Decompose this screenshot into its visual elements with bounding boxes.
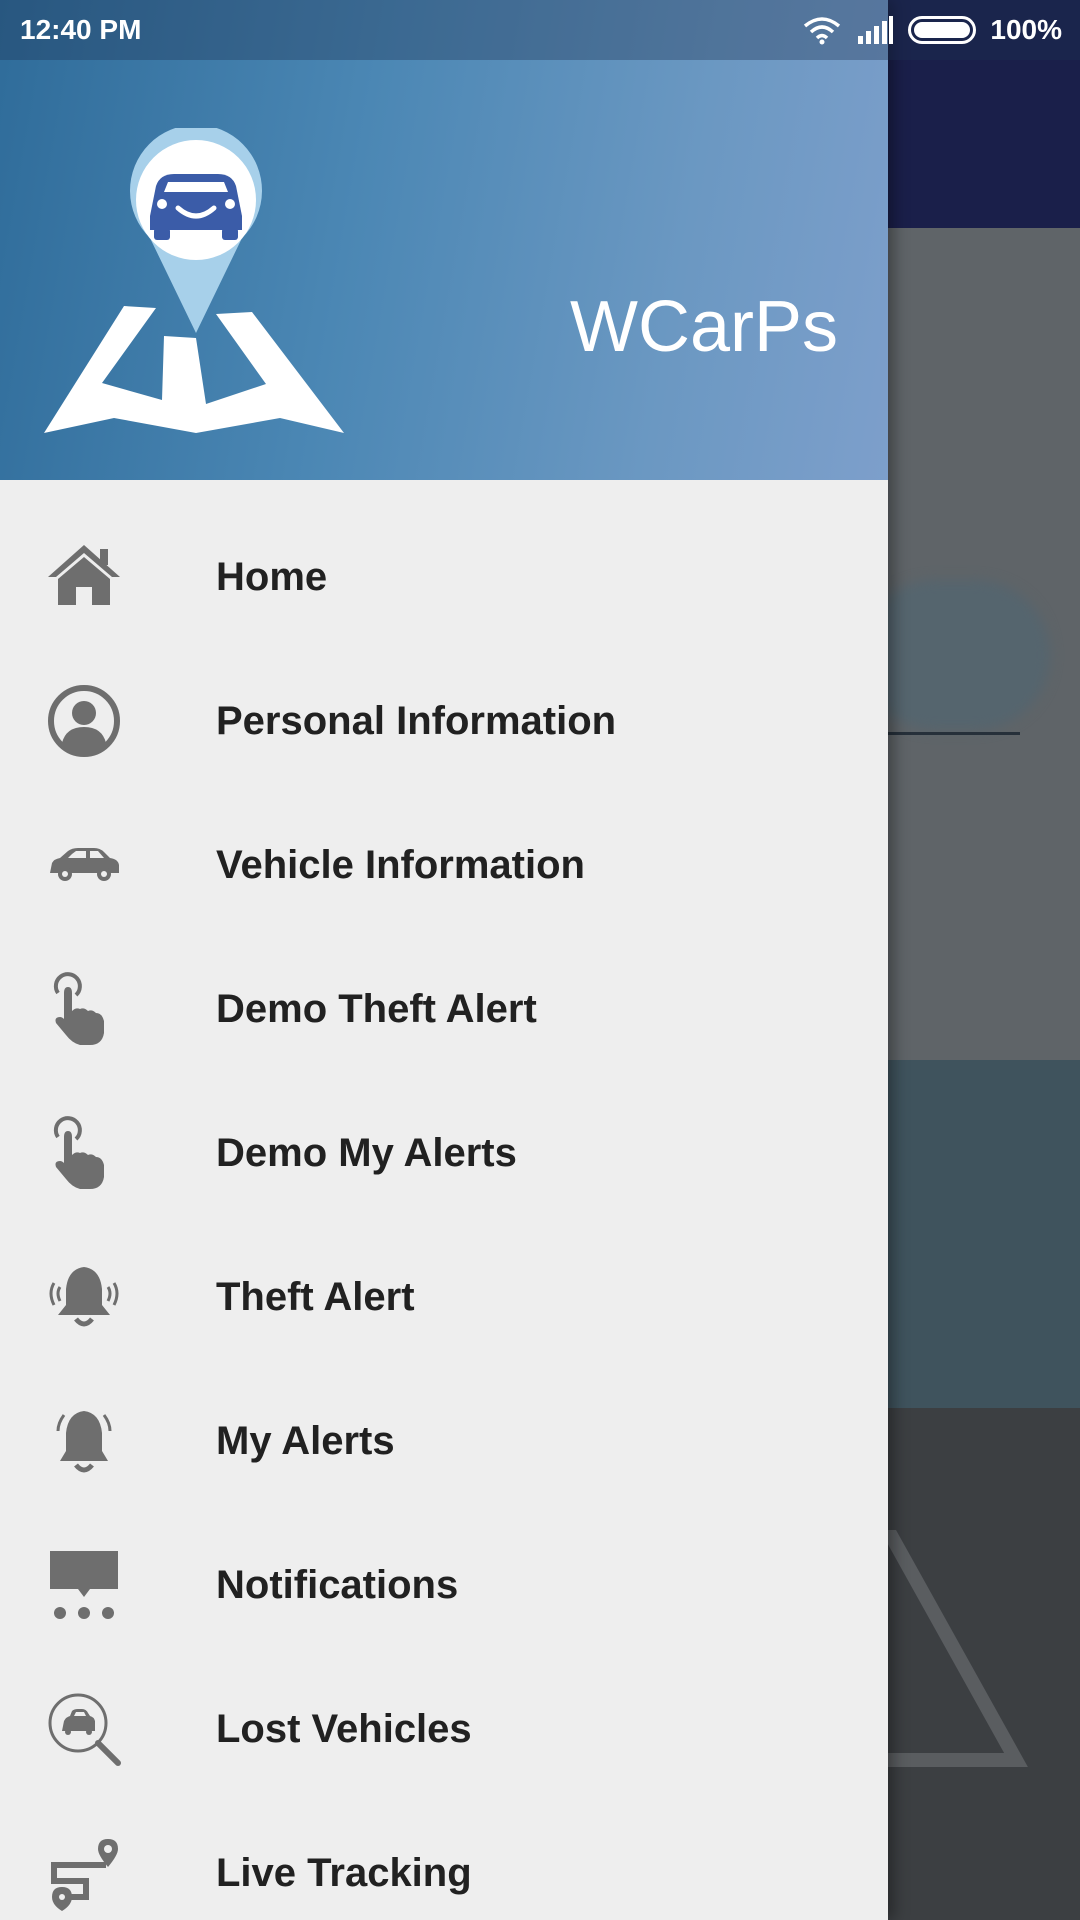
menu-item-lost-vehicles[interactable]: Lost Vehicles <box>0 1657 888 1801</box>
drawer-menu: Home Personal Information Vehicle Inform… <box>0 505 888 1920</box>
wifi-icon <box>804 17 841 45</box>
menu-label: Live Tracking <box>216 1850 472 1895</box>
app-title: WCarPs <box>570 287 838 367</box>
bell-icon <box>56 1411 112 1473</box>
tap-hand-icon <box>53 1116 104 1189</box>
menu-item-home[interactable]: Home <box>0 505 888 649</box>
status-icons: 100% <box>802 14 1062 46</box>
navigation-drawer: WCarPs Home Personal Information Vehicle… <box>0 0 888 1920</box>
tap-hand-icon <box>53 972 104 1045</box>
menu-item-demo-theft-alert[interactable]: Demo Theft Alert <box>0 937 888 1081</box>
home-icon <box>48 545 120 605</box>
menu-label: Notifications <box>216 1562 459 1607</box>
battery-icon <box>908 16 977 44</box>
menu-label: Personal Information <box>216 698 617 743</box>
menu-item-theft-alert[interactable]: Theft Alert <box>0 1225 888 1369</box>
notification-icon <box>50 1551 118 1619</box>
location-pin-car-logo <box>44 128 344 433</box>
menu-item-demo-my-alerts[interactable]: Demo My Alerts <box>0 1081 888 1225</box>
search-car-icon <box>48 1693 121 1766</box>
menu-label: Demo Theft Alert <box>216 986 537 1031</box>
menu-item-vehicle-information[interactable]: Vehicle Information <box>0 793 888 937</box>
ringing-bell-icon <box>49 1267 119 1327</box>
menu-item-my-alerts[interactable]: My Alerts <box>0 1369 888 1513</box>
background-cloud <box>860 580 1050 730</box>
car-icon <box>50 848 119 881</box>
menu-label: Lost Vehicles <box>216 1706 472 1751</box>
battery-percent: 100% <box>990 14 1062 45</box>
route-icon <box>51 1839 118 1911</box>
menu-label: Demo My Alerts <box>216 1130 517 1175</box>
menu-item-notifications[interactable]: Notifications <box>0 1513 888 1657</box>
person-icon <box>48 685 120 757</box>
status-bar: 12:40 PM 100% <box>0 0 1080 60</box>
background-tower <box>1044 1060 1080 1180</box>
background-divider <box>888 732 1020 735</box>
status-time: 12:40 PM <box>20 14 142 45</box>
menu-item-personal-information[interactable]: Personal Information <box>0 649 888 793</box>
signal-icon <box>858 16 894 44</box>
menu-item-live-tracking[interactable]: Live Tracking <box>0 1801 888 1920</box>
menu-label: Home <box>216 554 328 599</box>
menu-label: Theft Alert <box>216 1274 415 1319</box>
drawer-header: WCarPs <box>0 0 888 480</box>
menu-label: Vehicle Information <box>216 842 585 887</box>
menu-label: My Alerts <box>216 1418 395 1463</box>
background-road-shape <box>888 1530 1028 1767</box>
